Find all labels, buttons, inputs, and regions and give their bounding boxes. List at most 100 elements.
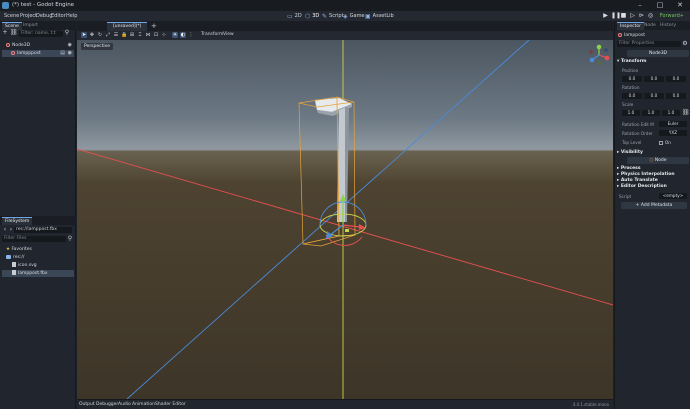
- viewport-scene: [77, 40, 613, 399]
- section-editor-description[interactable]: ▸ Editor Description: [617, 184, 689, 190]
- rotation-z-field[interactable]: 0.0: [666, 93, 686, 99]
- visibility-eye-icon[interactable]: ◉: [68, 42, 72, 49]
- add-scene-tab-button[interactable]: +: [151, 22, 157, 30]
- script-select[interactable]: <empty>: [659, 193, 687, 199]
- scale-mode-icon[interactable]: ⤢: [105, 32, 111, 38]
- play-scene-icon[interactable]: ▷: [629, 13, 636, 19]
- rotation-order-select[interactable]: YXZ: [659, 130, 687, 136]
- node3d-icon: [11, 50, 15, 55]
- fs-item-icon-svg[interactable]: icon.svg: [2, 262, 74, 269]
- link-icon[interactable]: ⛓: [10, 30, 18, 36]
- tab-unsaved-scene[interactable]: [unsaved](*): [107, 22, 148, 31]
- rotate-mode-icon[interactable]: ↻: [97, 32, 103, 38]
- menu-editor[interactable]: Editor: [51, 13, 66, 19]
- checkbox-icon: [659, 141, 663, 145]
- filter-options-icon[interactable]: ⚲: [67, 236, 73, 242]
- fs-item-res[interactable]: res://: [2, 254, 74, 261]
- add-metadata-button[interactable]: + Add Metadata: [621, 202, 687, 209]
- local-space-icon[interactable]: ⊡: [153, 32, 159, 38]
- section-transform[interactable]: ▾ Transform: [617, 59, 689, 65]
- tab-filesystem[interactable]: FileSystem: [2, 217, 33, 225]
- section-visibility[interactable]: ▸ Visibility: [617, 150, 689, 156]
- rotation-edit-mode-select[interactable]: Euler: [659, 121, 687, 127]
- view-orientation-gizmo[interactable]: [588, 44, 610, 66]
- tab-inspector[interactable]: Inspector: [617, 22, 644, 30]
- workspace-3d-button[interactable]: ⬡ 3D: [305, 12, 319, 20]
- visibility-eye-icon[interactable]: ◉: [68, 50, 72, 57]
- tab-animation[interactable]: Animation: [132, 402, 155, 407]
- menu-scene[interactable]: Scene: [4, 13, 19, 19]
- play-custom-icon[interactable]: ⊳: [638, 13, 645, 19]
- menu-help[interactable]: Help: [66, 13, 77, 19]
- filesystem-path-field[interactable]: res://lamppost.fbx: [14, 227, 72, 233]
- workspace-assetlib-button[interactable]: ▣ AssetLib: [365, 12, 394, 20]
- position-label: Position: [622, 68, 639, 73]
- tab-shader-editor[interactable]: Shader Editor: [155, 402, 186, 407]
- menu-bar: Scene Project Debug Editor Help ▭ 2D ⬡ 3D …: [0, 11, 690, 21]
- top-level-checkbox[interactable]: On: [659, 140, 671, 145]
- menu-project[interactable]: Project: [20, 13, 37, 19]
- ruler-icon[interactable]: ⌶: [137, 32, 143, 38]
- scale-x-field[interactable]: 1.0: [622, 110, 640, 116]
- window-title: (*) test - Godot Engine: [12, 2, 75, 8]
- renderer-selector[interactable]: Forward+: [660, 13, 684, 19]
- position-x-field[interactable]: 0.0: [622, 76, 642, 82]
- tab-history[interactable]: History: [657, 22, 679, 30]
- 3d-viewport[interactable]: Perspective: [77, 40, 613, 399]
- perspective-menu-button[interactable]: Perspective: [81, 43, 114, 50]
- inspected-object[interactable]: lamppost: [615, 32, 687, 39]
- scale-z-field[interactable]: 1.0: [662, 110, 680, 116]
- move-mode-icon[interactable]: ✥: [89, 32, 95, 38]
- snap-icon[interactable]: ⊹: [161, 32, 167, 38]
- tab-debugger[interactable]: Debugger: [96, 402, 118, 407]
- menu-debug[interactable]: Debug: [36, 13, 52, 19]
- filesystem-filter-input[interactable]: Filter Files: [2, 236, 66, 242]
- tab-import[interactable]: Import: [20, 22, 41, 30]
- list-select-icon[interactable]: ☰: [113, 32, 119, 38]
- minimize-button[interactable]: –: [630, 0, 650, 11]
- movie-icon[interactable]: ◎: [647, 13, 654, 19]
- select-mode-icon[interactable]: ➤: [81, 32, 87, 38]
- inspector-options-icon[interactable]: ⚙: [682, 41, 688, 47]
- filter-options-icon[interactable]: ⚲: [64, 30, 70, 36]
- workspace-script-button[interactable]: ✎ Script: [322, 12, 344, 20]
- lock-icon[interactable]: 🔒: [121, 32, 127, 38]
- stop-icon[interactable]: ■: [620, 13, 627, 19]
- position-y-field[interactable]: 0.0: [644, 76, 664, 82]
- scene-filter-input[interactable]: Filter: name, t:t: [19, 31, 63, 37]
- workspace-2d-button[interactable]: ▭ 2D: [287, 12, 302, 20]
- position-z-field[interactable]: 0.0: [666, 76, 686, 82]
- add-node-icon[interactable]: +: [2, 30, 8, 36]
- scale-y-field[interactable]: 1.0: [642, 110, 660, 116]
- scale-label: Scale: [622, 102, 634, 107]
- plus-icon: +: [635, 203, 640, 208]
- lamppost-mesh: [314, 97, 353, 222]
- environment-preview-icon[interactable]: ◐: [180, 32, 186, 38]
- rotation-x-field[interactable]: 0.0: [622, 93, 642, 99]
- tree-node-root[interactable]: Node3D ◉: [2, 42, 74, 49]
- tab-audio[interactable]: Audio: [118, 402, 131, 407]
- inspector-dock: Inspector Node History lamppost Filter P…: [614, 21, 690, 409]
- link-scale-icon[interactable]: ⛓: [682, 110, 690, 116]
- pause-icon[interactable]: ❚❚: [611, 13, 621, 19]
- menu-transform[interactable]: Transform: [201, 32, 223, 37]
- menu-view[interactable]: View: [223, 32, 234, 37]
- scene-instance-icon[interactable]: ▤: [60, 50, 65, 57]
- sun-preview-icon[interactable]: ☀: [172, 32, 178, 38]
- more-options-icon[interactable]: ⋮: [188, 32, 194, 38]
- tree-node-lamppost[interactable]: lampppost ▤ ◉: [2, 50, 74, 57]
- fs-item-favorites[interactable]: ★ Favorites: [2, 246, 74, 253]
- property-filter-input[interactable]: Filter Properties: [617, 41, 681, 47]
- bone-icon[interactable]: ⋈: [145, 32, 151, 38]
- group-icon[interactable]: ⊞: [129, 32, 135, 38]
- close-button[interactable]: ✕: [670, 0, 690, 11]
- 3d-icon: ⬡: [305, 12, 311, 20]
- fs-item-lamppost-fbx[interactable]: lamppost.fbx: [2, 270, 74, 277]
- rotation-label: Rotation: [622, 85, 640, 90]
- rotation-y-field[interactable]: 0.0: [644, 93, 664, 99]
- play-icon[interactable]: ▶: [602, 13, 609, 19]
- workspace-game-button[interactable]: ◈ Game: [343, 12, 365, 20]
- godot-logo-icon: [2, 2, 9, 9]
- tab-output[interactable]: Output: [79, 402, 95, 407]
- maximize-button[interactable]: □: [650, 0, 670, 11]
